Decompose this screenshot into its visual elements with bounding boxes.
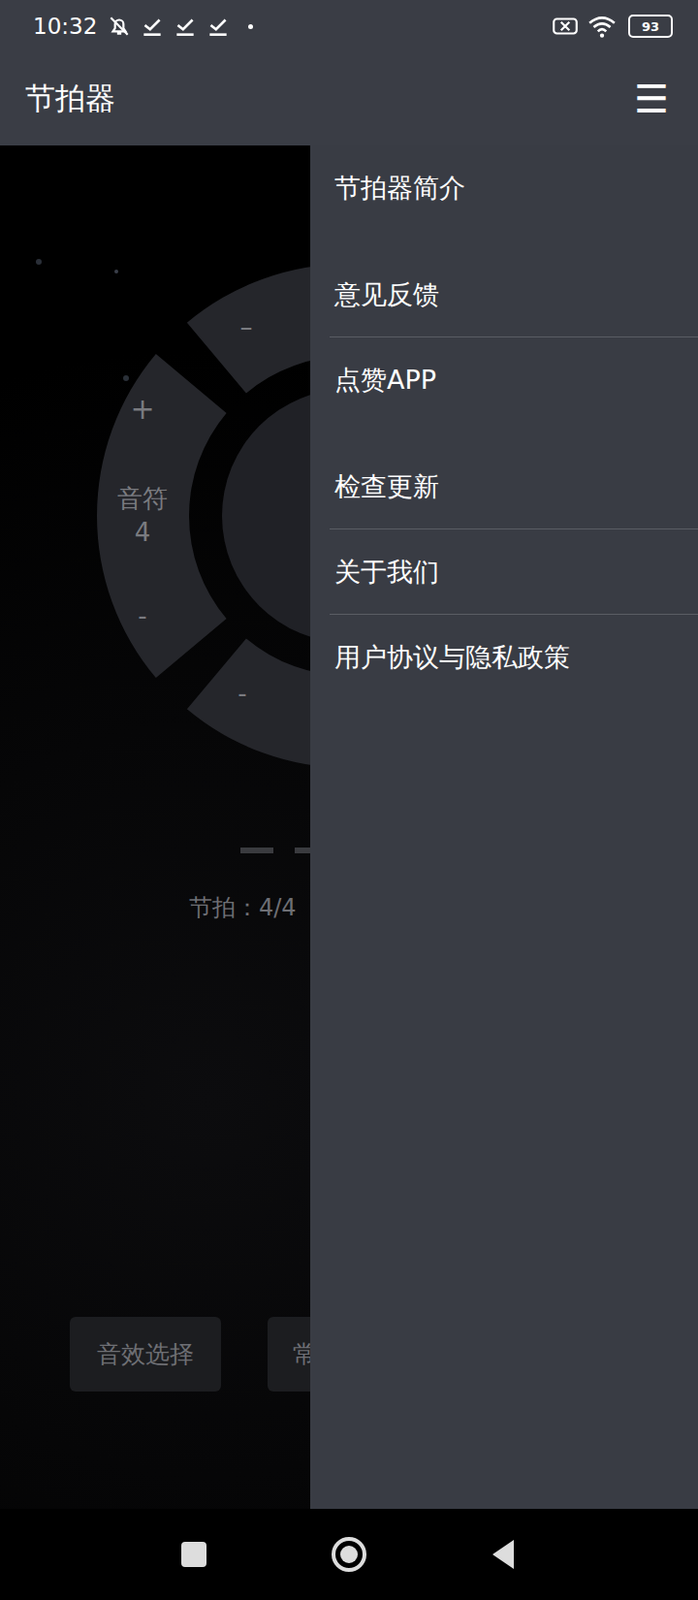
top-minus[interactable]: – [240,312,254,342]
no-sim-icon [550,13,580,39]
status-time: 10:32 [32,13,97,39]
main-content: +音符4-–-节拍：4/4音效选择常节拍器简介意见反馈点赞APP检查更新关于我们… [0,145,698,1509]
menu-button[interactable]: ☰ [634,79,669,119]
left-segment[interactable] [96,353,227,678]
silent-bell-icon [106,13,132,39]
drawer-item[interactable]: 节拍器简介 [329,145,698,231]
drawer-item[interactable]: 意见反馈 [329,252,698,338]
drawer-item[interactable]: 点赞APP [329,337,698,423]
drawer-item[interactable]: 用户协议与隐私政策 [329,614,698,700]
bottom-minus[interactable]: - [237,678,247,708]
status-bar: 10:32 93 [0,0,698,53]
notification-dot-icon [248,24,254,30]
note-value: 4 [134,517,152,547]
note-minus[interactable]: - [137,601,147,631]
navigation-bar [0,1508,698,1600]
battery-level: 93 [641,19,660,34]
wifi-icon [587,13,617,39]
option-button[interactable]: 音效选择 [69,1316,222,1392]
back-triangle-icon[interactable] [484,1534,524,1574]
note-plus[interactable]: + [129,391,155,426]
drawer-item[interactable]: 关于我们 [329,529,698,615]
drawer-item[interactable]: 检查更新 [329,444,698,530]
download-done-icon [172,13,198,39]
app-title: 节拍器 [25,78,116,120]
app-bar: 节拍器 ☰ [0,52,698,146]
screen: 10:3293节拍器☰+音符4-–-节拍：4/4音效选择常节拍器简介意见反馈点赞… [0,0,698,1600]
note-label: 音符 [117,483,168,513]
download-done-icon [139,13,165,39]
download-done-icon [205,13,231,39]
battery-icon: 93 [628,14,673,38]
side-drawer: 节拍器简介意见反馈点赞APP 检查更新关于我们用户协议与隐私政策 [310,145,698,1509]
home-circle-icon[interactable] [329,1534,369,1574]
recents-square-icon[interactable] [174,1534,214,1574]
